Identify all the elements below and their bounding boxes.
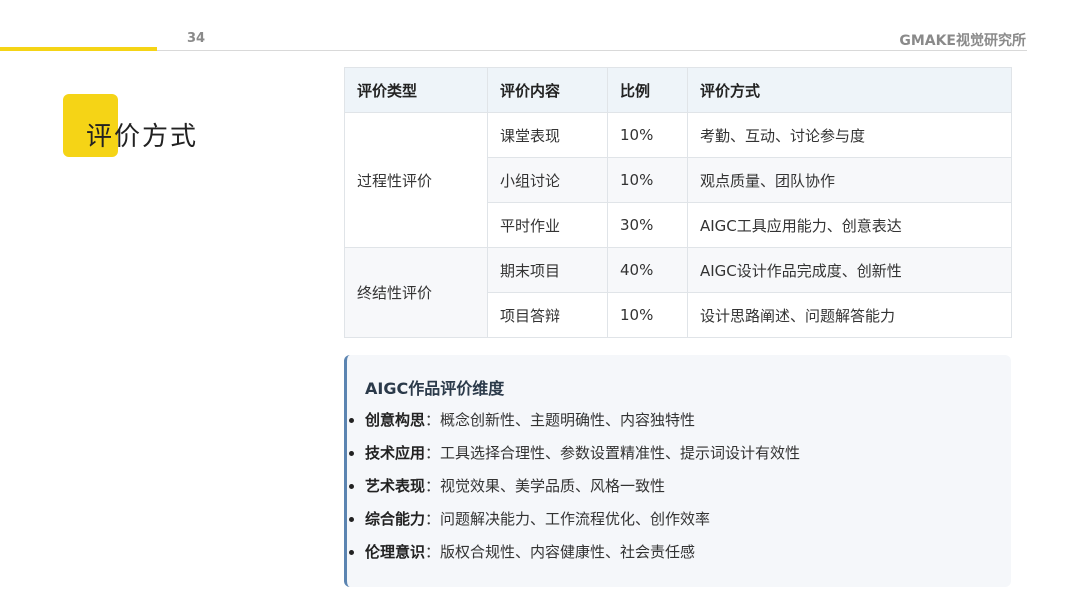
content-cell: 小组讨论 [487, 157, 608, 203]
method-cell: AIGC设计作品完成度、创新性 [687, 247, 1012, 293]
ratio-cell: 10% [607, 292, 688, 338]
method-cell: 考勤、互动、讨论参与度 [687, 112, 1012, 158]
bullet-icon [349, 484, 354, 489]
page-title: 评价方式 [86, 122, 199, 152]
table-row: 终结性评价 期末项目 40% AIGC设计作品完成度、创新性 [344, 247, 1012, 338]
method-cell: 观点质量、团队协作 [687, 157, 1012, 203]
column-header: 评价内容 [487, 67, 608, 113]
brand-label: GMAKE视觉研究所 [899, 33, 1026, 49]
list-item: 创意构思：概念创新性、主题明确性、内容独特性 [347, 407, 800, 440]
list-item: 伦理意识：版权合规性、内容健康性、社会责任感 [347, 539, 800, 572]
dimension-term: 综合能力 [365, 510, 426, 528]
bullet-icon [349, 517, 354, 522]
dimension-desc: ：版权合规性、内容健康性、社会责任感 [425, 543, 696, 561]
list-item: 综合能力：问题解决能力、工作流程优化、创作效率 [347, 506, 800, 539]
dimension-term: 技术应用 [365, 444, 426, 462]
list-item: 艺术表现：视觉效果、美学品质、风格一致性 [347, 473, 800, 506]
column-header: 评价方式 [687, 67, 1012, 113]
bullet-icon [349, 451, 354, 456]
ratio-cell: 30% [607, 202, 688, 248]
dimension-term: 创意构思 [365, 411, 426, 429]
content-cell: 期末项目 [487, 247, 608, 293]
ratio-cell: 10% [607, 157, 688, 203]
bullet-icon [349, 418, 354, 423]
top-accent-bar [0, 47, 157, 51]
bullet-icon [349, 550, 354, 555]
dimensions-heading: AIGC作品评价维度 [365, 379, 505, 398]
table-header-row: 评价类型 评价内容 比例 评价方式 [344, 67, 1012, 113]
column-header: 评价类型 [344, 67, 488, 113]
header-divider [157, 50, 1027, 51]
dimension-desc: ：问题解决能力、工作流程优化、创作效率 [425, 510, 711, 528]
dimension-desc: ：概念创新性、主题明确性、内容独特性 [425, 411, 696, 429]
dimension-desc: ：视觉效果、美学品质、风格一致性 [425, 477, 666, 495]
column-header: 比例 [607, 67, 688, 113]
dimensions-list: 创意构思：概念创新性、主题明确性、内容独特性 技术应用：工具选择合理性、参数设置… [347, 407, 800, 572]
group-type-cell: 终结性评价 [344, 247, 488, 338]
dimension-desc: ：工具选择合理性、参数设置精准性、提示词设计有效性 [425, 444, 801, 462]
ratio-cell: 40% [607, 247, 688, 293]
list-item: 技术应用：工具选择合理性、参数设置精准性、提示词设计有效性 [347, 440, 800, 473]
method-cell: 设计思路阐述、问题解答能力 [687, 292, 1012, 338]
ratio-cell: 10% [607, 112, 688, 158]
page-number: 34 [187, 31, 206, 46]
content-cell: 课堂表现 [487, 112, 608, 158]
table-row: 过程性评价 课堂表现 10% 考勤、互动、讨论参与度 [344, 112, 1012, 248]
group-type-cell: 过程性评价 [344, 112, 488, 248]
dimension-term: 艺术表现 [365, 477, 426, 495]
method-cell: AIGC工具应用能力、创意表达 [687, 202, 1012, 248]
content-cell: 平时作业 [487, 202, 608, 248]
content-cell: 项目答辩 [487, 292, 608, 338]
evaluation-dimensions-panel: AIGC作品评价维度 创意构思：概念创新性、主题明确性、内容独特性 技术应用：工… [344, 355, 1011, 587]
dimension-term: 伦理意识 [365, 543, 426, 561]
evaluation-table: 评价类型 评价内容 比例 评价方式 过程性评价 课堂表现 10% 考勤、互动、讨… [344, 67, 1012, 338]
